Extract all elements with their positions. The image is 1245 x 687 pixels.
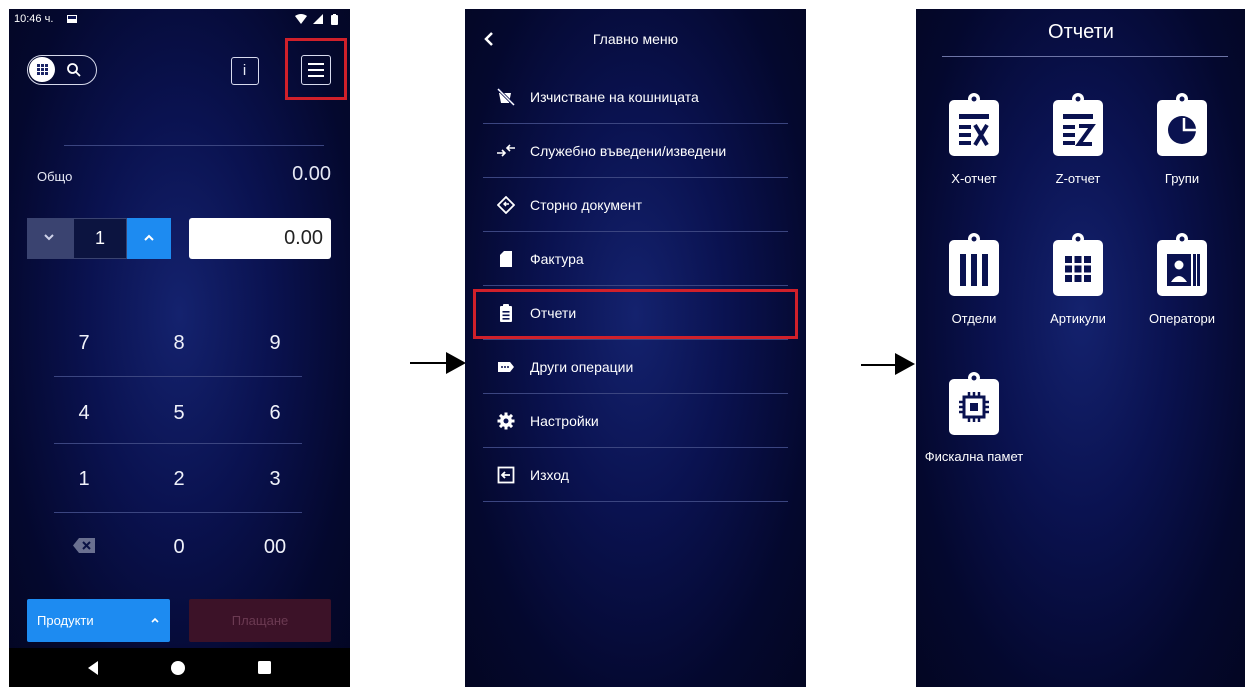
keypad-divider bbox=[54, 512, 302, 513]
top-divider bbox=[64, 145, 324, 146]
menu-item-label: Настройки bbox=[530, 413, 599, 429]
title-underline bbox=[942, 56, 1228, 57]
pos-screen: 10:46 ч. i Общо 0.00 1 0.00 7 8 9 4 5 6 … bbox=[9, 9, 350, 687]
menu-item-storno[interactable]: Сторно документ bbox=[483, 178, 788, 232]
total-value: 0.00 bbox=[292, 163, 331, 185]
z-report-icon bbox=[1053, 93, 1103, 156]
back-nav-icon[interactable] bbox=[86, 660, 100, 676]
report-label: Отдели bbox=[951, 311, 997, 326]
main-menu-screen: Главно меню Изчистване на кошницата Служ… bbox=[465, 9, 806, 687]
price-input[interactable]: 0.00 bbox=[189, 218, 331, 259]
keypad-search-toggle[interactable] bbox=[27, 55, 97, 85]
articles-icon bbox=[1053, 233, 1103, 296]
menu-item-label: Служебно въведени/изведени bbox=[530, 143, 727, 159]
report-label: Х-отчет bbox=[951, 171, 997, 186]
report-tile-operators[interactable]: Оператори bbox=[1132, 232, 1232, 342]
key-6[interactable]: 6 bbox=[235, 402, 315, 425]
key-2[interactable]: 2 bbox=[139, 468, 219, 491]
invoice-icon bbox=[500, 251, 512, 267]
quantity-decrease-button[interactable] bbox=[27, 218, 73, 259]
key-7[interactable]: 7 bbox=[44, 332, 124, 355]
report-tile-x[interactable]: Х-отчет bbox=[924, 92, 1024, 202]
key-4[interactable]: 4 bbox=[44, 402, 124, 425]
menu-item-label: Други операции bbox=[530, 359, 634, 375]
arrow-head-icon bbox=[895, 353, 915, 375]
info-icon: i bbox=[242, 62, 247, 79]
transfer-icon bbox=[497, 144, 515, 157]
menu-item-other-operations[interactable]: Други операции bbox=[483, 340, 788, 394]
departments-icon bbox=[949, 233, 999, 296]
clear-cart-icon bbox=[497, 88, 515, 106]
keypad-icon bbox=[29, 57, 55, 82]
operators-icon bbox=[1157, 233, 1207, 296]
notification-icon bbox=[67, 15, 77, 23]
menu-item-label: Изход bbox=[530, 467, 569, 483]
products-label: Продукти bbox=[37, 613, 94, 628]
total-label: Общо bbox=[37, 169, 73, 184]
report-label: Z-отчет bbox=[1055, 171, 1101, 186]
menu-item-invoice[interactable]: Фактура bbox=[483, 232, 788, 286]
report-label: Групи bbox=[1164, 171, 1200, 186]
quantity-field[interactable]: 1 bbox=[73, 218, 127, 259]
status-bar: 10:46 ч. bbox=[9, 9, 350, 31]
report-label: Оператори bbox=[1148, 311, 1216, 326]
chevron-up-icon bbox=[144, 234, 154, 241]
arrow-head-icon bbox=[446, 352, 466, 374]
pay-button[interactable]: Плащане bbox=[189, 599, 331, 642]
menu-item-exit[interactable]: Изход bbox=[483, 448, 788, 502]
keypad-divider bbox=[54, 376, 302, 377]
report-tile-z[interactable]: Z-отчет bbox=[1028, 92, 1128, 202]
key-5[interactable]: 5 bbox=[139, 402, 219, 425]
exit-icon bbox=[497, 466, 515, 484]
key-00[interactable]: 00 bbox=[235, 536, 315, 559]
quantity-increase-button[interactable] bbox=[127, 218, 171, 259]
key-8[interactable]: 8 bbox=[139, 332, 219, 355]
menu-item-label: Изчистване на кошницата bbox=[530, 89, 699, 105]
x-report-icon bbox=[949, 93, 999, 156]
report-tile-groups[interactable]: Групи bbox=[1132, 92, 1232, 202]
android-nav-bar bbox=[9, 648, 350, 687]
recents-nav-icon[interactable] bbox=[258, 661, 272, 675]
search-icon bbox=[67, 63, 81, 77]
fiscal-memory-icon bbox=[949, 372, 999, 435]
report-tile-fiscal-memory[interactable]: Фискална памет bbox=[924, 371, 1024, 501]
menu-item-clear-cart[interactable]: Изчистване на кошницата bbox=[483, 70, 788, 124]
info-button[interactable]: i bbox=[231, 57, 259, 85]
storno-icon bbox=[497, 196, 515, 214]
groups-icon bbox=[1157, 93, 1207, 156]
key-0[interactable]: 0 bbox=[139, 536, 219, 559]
keypad-divider bbox=[54, 443, 302, 444]
menu-item-settings[interactable]: Настройки bbox=[483, 394, 788, 448]
key-1[interactable]: 1 bbox=[44, 468, 124, 491]
menu-title: Главно меню bbox=[592, 31, 679, 47]
key-9[interactable]: 9 bbox=[235, 332, 315, 355]
signal-battery-icons bbox=[295, 14, 338, 25]
backspace-key[interactable] bbox=[73, 538, 95, 558]
reports-title: Отчети bbox=[1048, 21, 1114, 43]
status-time: 10:46 ч. bbox=[14, 13, 54, 25]
gear-icon bbox=[497, 412, 515, 430]
report-tile-departments[interactable]: Отдели bbox=[924, 232, 1024, 342]
backspace-icon bbox=[73, 538, 95, 553]
more-icon bbox=[498, 362, 514, 372]
chevron-up-icon bbox=[151, 617, 159, 623]
report-tile-articles[interactable]: Артикули bbox=[1028, 232, 1128, 342]
report-label: Фискална памет bbox=[924, 449, 1024, 464]
menu-item-label: Сторно документ bbox=[530, 197, 642, 213]
menu-button[interactable] bbox=[301, 55, 331, 85]
home-nav-icon[interactable] bbox=[170, 660, 186, 676]
products-button[interactable]: Продукти bbox=[27, 599, 170, 642]
menu-item-transfers[interactable]: Служебно въведени/изведени bbox=[483, 124, 788, 178]
key-3[interactable]: 3 bbox=[235, 468, 315, 491]
hamburger-icon bbox=[308, 63, 324, 77]
report-label: Артикули bbox=[1050, 311, 1106, 326]
reports-screen: Отчети Х-отчет Z-отчет Групи Отдели Арти… bbox=[916, 9, 1245, 687]
reports-highlight bbox=[473, 289, 798, 339]
menu-item-label: Фактура bbox=[530, 251, 584, 267]
chevron-down-icon bbox=[44, 234, 54, 241]
